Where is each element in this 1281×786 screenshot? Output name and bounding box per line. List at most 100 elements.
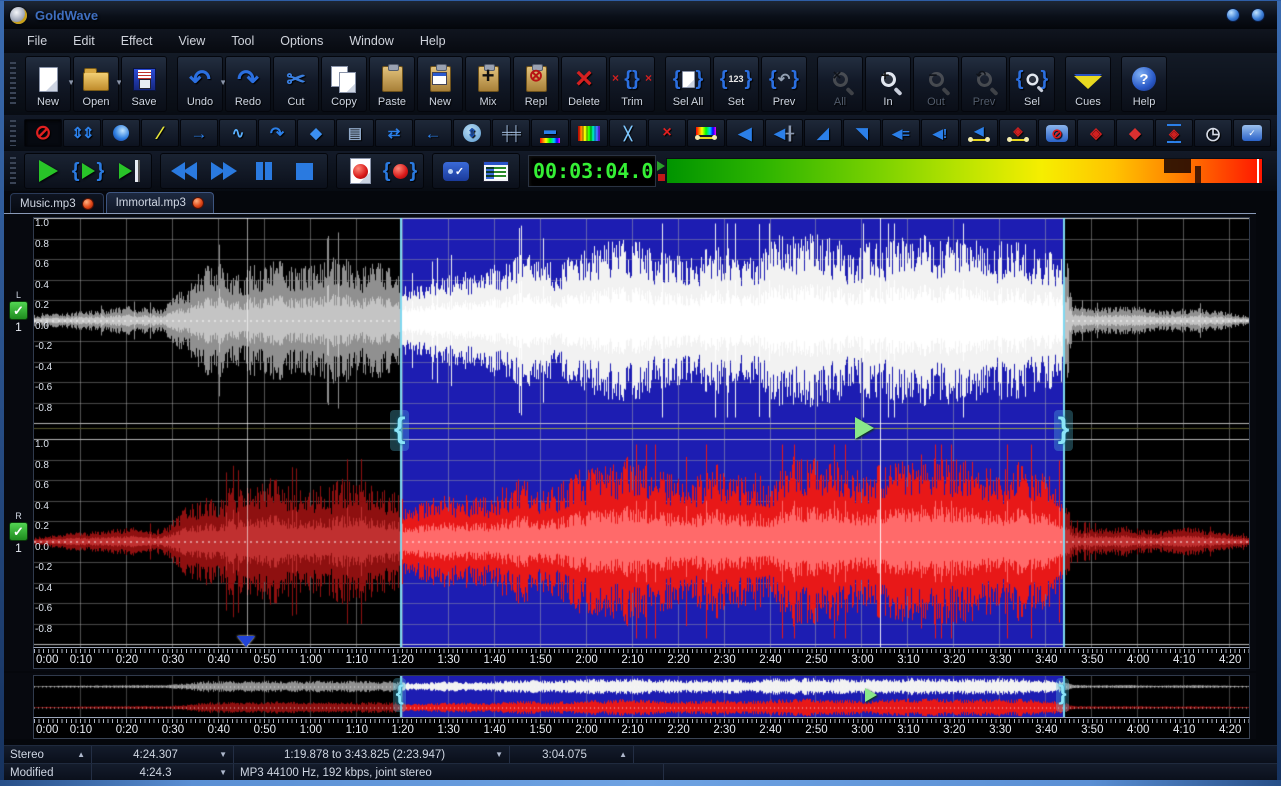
fade-in-effect-button[interactable]: ◢ bbox=[804, 119, 842, 147]
undo-button[interactable]: ↶ ▼ Undo bbox=[177, 56, 227, 112]
status-spin-arrow[interactable]: ▼ bbox=[495, 750, 503, 759]
status-spin-arrow[interactable]: ▼ bbox=[219, 768, 227, 777]
channel-checkbox[interactable]: ✓ bbox=[9, 521, 28, 541]
match-volume-effect-button[interactable]: ◀= bbox=[882, 119, 920, 147]
set-button[interactable]: {123} Set bbox=[713, 56, 759, 112]
play-from-button[interactable] bbox=[108, 156, 148, 186]
prev-sel-button[interactable]: {↶} Prev bbox=[761, 56, 807, 112]
filter-effect-button[interactable]: ▬ bbox=[531, 119, 569, 147]
offset-effect-button[interactable]: ◈ bbox=[1155, 119, 1193, 147]
pause-button[interactable] bbox=[244, 156, 284, 186]
pitch-effect-button[interactable]: → bbox=[180, 119, 218, 147]
sphere-effect-button[interactable] bbox=[102, 119, 140, 147]
zoom-in-button[interactable]: + In bbox=[865, 56, 911, 112]
fade-out-effect-button[interactable]: ◥ bbox=[843, 119, 881, 147]
flutter-effect-button[interactable]: ◆ bbox=[1116, 119, 1154, 147]
record-button[interactable] bbox=[340, 156, 380, 186]
shape-volume-effect-button[interactable]: ◀ bbox=[960, 119, 998, 147]
playlist-effect-button[interactable]: ▤ bbox=[336, 119, 374, 147]
page-button[interactable]: ▼ New bbox=[25, 56, 75, 112]
spectrum-filter-effect-button[interactable] bbox=[570, 119, 608, 147]
cue-marker[interactable] bbox=[237, 636, 256, 647]
selection-end-handle[interactable]: } bbox=[1053, 410, 1073, 451]
zoom-all-button[interactable]: × All bbox=[817, 56, 863, 112]
monitor-button[interactable] bbox=[476, 156, 516, 186]
trim-button[interactable]: ×{} × Trim bbox=[609, 56, 655, 112]
rewind-button[interactable] bbox=[164, 156, 204, 186]
echo-effect-button[interactable]: ◆ bbox=[297, 119, 335, 147]
overview-selection-end-handle[interactable]: } bbox=[1055, 678, 1069, 712]
close-button[interactable] bbox=[1251, 8, 1265, 22]
mechanize-effect-button[interactable]: ◈ bbox=[1077, 119, 1115, 147]
tab-immortal-mp3[interactable]: Immortal.mp3 bbox=[105, 192, 214, 213]
toolbar-grip[interactable] bbox=[10, 157, 16, 185]
selection-start-handle[interactable]: { bbox=[390, 410, 410, 451]
volume-slider-effect-button[interactable]: ◀ ╂ bbox=[765, 119, 803, 147]
toolbar-grip[interactable] bbox=[10, 62, 16, 106]
redo-button[interactable]: ↷ Redo bbox=[225, 56, 271, 112]
dynamics-effect-button[interactable]: ⇕ bbox=[453, 119, 491, 147]
overview-selection-start-handle[interactable]: { bbox=[393, 678, 407, 712]
fast-forward-button[interactable] bbox=[204, 156, 244, 186]
menu-view[interactable]: View bbox=[165, 31, 218, 51]
expression-effect-button[interactable]: ∕ bbox=[141, 119, 179, 147]
paste-new-button[interactable]: New bbox=[417, 56, 463, 112]
playback-marker[interactable] bbox=[855, 417, 875, 439]
silence-reduce-effect-button[interactable]: × bbox=[648, 119, 686, 147]
mix-button[interactable]: + Mix bbox=[465, 56, 511, 112]
menu-help[interactable]: Help bbox=[407, 31, 459, 51]
compress-effect-button[interactable]: ⇄ bbox=[375, 119, 413, 147]
time-axis[interactable]: 0:00 0:10 0:20 0:30 0:40 0:50 1:00 1:10 1:20 1:30… bbox=[33, 647, 1250, 669]
cut-button[interactable]: ✂ Cut bbox=[273, 56, 319, 112]
menu-file[interactable]: File bbox=[14, 31, 60, 51]
overview-playback-marker[interactable] bbox=[865, 688, 878, 702]
delete-button[interactable]: × Delete bbox=[561, 56, 607, 112]
overview-time-axis[interactable]: 0:00 0:10 0:20 0:30 0:40 0:50 1:00 1:10 1:20 1:30… bbox=[33, 717, 1250, 739]
disable-effect-button[interactable]: ⊘ bbox=[24, 119, 62, 147]
pan-shape-effect-button[interactable]: ◈ bbox=[999, 119, 1037, 147]
tab-music-mp3[interactable]: Music.mp3 bbox=[10, 193, 104, 213]
toolbar-grip[interactable] bbox=[10, 120, 16, 146]
copy-button[interactable]: Copy bbox=[321, 56, 367, 112]
zoom-sel-button[interactable]: {} Sel bbox=[1009, 56, 1055, 112]
play-selection-button[interactable]: {} bbox=[68, 156, 108, 186]
paste-button[interactable]: Paste bbox=[369, 56, 415, 112]
timewarp-effect-button[interactable]: ◷ bbox=[1194, 119, 1232, 147]
sel-all-button[interactable]: {} Sel All bbox=[665, 56, 711, 112]
record-selection-button[interactable]: {} bbox=[380, 156, 420, 186]
doppler-effect-button[interactable]: ∿ bbox=[219, 119, 257, 147]
time-label: 3:30 bbox=[989, 724, 1012, 736]
maximize-effect-button[interactable]: ◀! bbox=[921, 119, 959, 147]
title-bar[interactable]: GoldWave bbox=[4, 1, 1277, 29]
play-button[interactable] bbox=[28, 156, 68, 186]
menu-tool[interactable]: Tool bbox=[218, 31, 267, 51]
channel-checkbox[interactable]: ✓ bbox=[9, 300, 28, 320]
save-button[interactable]: Save bbox=[121, 56, 167, 112]
help-button[interactable]: ? Help bbox=[1121, 56, 1167, 112]
toolbar-button-label: Prev bbox=[972, 96, 996, 108]
zoom-out-button[interactable]: − Out bbox=[913, 56, 959, 112]
repl-button[interactable]: ⊗ Repl bbox=[513, 56, 559, 112]
cues-button[interactable]: Cues bbox=[1065, 56, 1111, 112]
menu-effect[interactable]: Effect bbox=[108, 31, 166, 51]
adjust-effect-button[interactable]: ⇕⇕ bbox=[63, 119, 101, 147]
status-spin-arrow[interactable]: ▼ bbox=[219, 750, 227, 759]
chat-effect-button[interactable]: ✓ bbox=[1233, 119, 1271, 147]
noise-gate-effect-button[interactable]: ⊘ bbox=[1038, 119, 1076, 147]
spectrum-effect-button[interactable] bbox=[687, 119, 725, 147]
menu-window[interactable]: Window bbox=[336, 31, 406, 51]
menu-options[interactable]: Options bbox=[267, 31, 336, 51]
interpolate-effect-button[interactable]: ╳ bbox=[609, 119, 647, 147]
record-options-button[interactable]: ✓ bbox=[436, 156, 476, 186]
stop-button[interactable] bbox=[284, 156, 324, 186]
status-spin-arrow[interactable]: ▲ bbox=[77, 750, 85, 759]
reverse-effect-button[interactable]: ↷ bbox=[258, 119, 296, 147]
volume-effect-button[interactable]: ◀ bbox=[726, 119, 764, 147]
menu-edit[interactable]: Edit bbox=[60, 31, 108, 51]
status-spin-arrow[interactable]: ▲ bbox=[619, 750, 627, 759]
zoom-prev-button[interactable]: ↶ Prev bbox=[961, 56, 1007, 112]
minimize-button[interactable] bbox=[1226, 8, 1240, 22]
flange-effect-button[interactable]: ← bbox=[414, 119, 452, 147]
folder-button[interactable]: ▼ Open bbox=[73, 56, 123, 112]
equalizer-effect-button[interactable]: ╪╪ bbox=[492, 119, 530, 147]
